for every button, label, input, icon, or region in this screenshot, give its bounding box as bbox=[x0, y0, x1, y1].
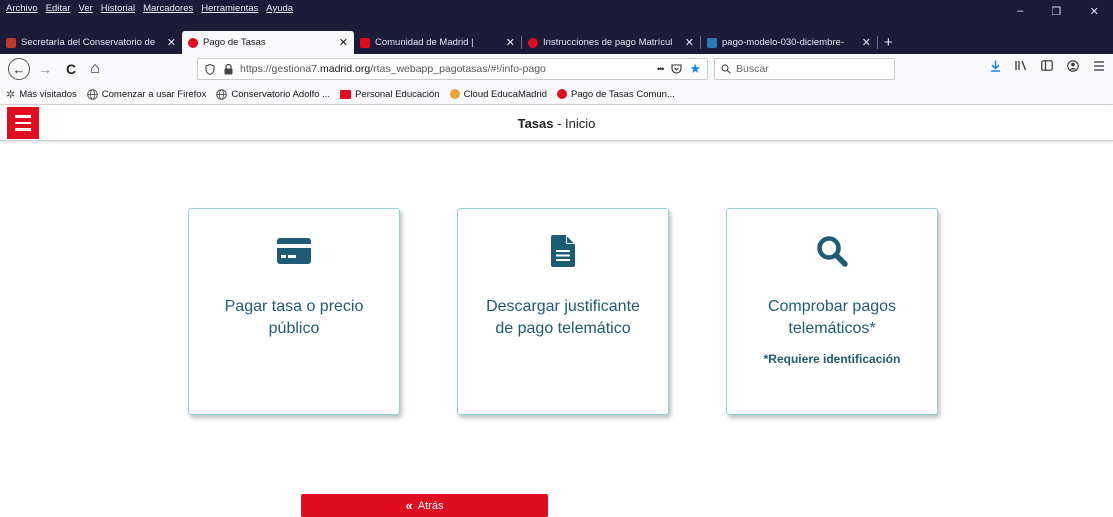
tasas-favicon-icon bbox=[557, 89, 568, 99]
search-placeholder: Buscar bbox=[736, 63, 769, 75]
bookmark-label: Pago de Tasas Comun... bbox=[571, 88, 675, 100]
card-pagar-tasa[interactable]: Pagar tasa o precio público bbox=[188, 208, 400, 415]
page-title-rest: - Inicio bbox=[553, 116, 596, 131]
search-icon bbox=[721, 64, 731, 74]
url-prefix: https://gestiona7. bbox=[240, 63, 320, 75]
window-controls: – ❐ ✕ bbox=[1003, 5, 1113, 18]
tracking-shield-icon[interactable] bbox=[204, 63, 216, 75]
menu-editar[interactable]: Editar bbox=[46, 3, 71, 17]
double-chevron-left-icon: « bbox=[405, 498, 413, 513]
bookmark-personal-educacion[interactable]: Personal Educación bbox=[340, 89, 440, 100]
back-button[interactable]: « Atrás bbox=[301, 494, 548, 517]
navigation-bar: ← → C ⌂ https://gestiona7.madrid.org/rta… bbox=[0, 54, 1113, 84]
minimize-icon[interactable]: – bbox=[1017, 5, 1023, 18]
forward-icon[interactable]: → bbox=[34, 58, 56, 80]
hamburger-menu-icon[interactable] bbox=[1093, 60, 1105, 75]
card-title: Descargar justificante de pago telemátic… bbox=[486, 298, 640, 337]
toolbar-icons bbox=[990, 60, 1105, 75]
tab-favicon-icon bbox=[6, 37, 16, 48]
tab-title: Secretaría del Conservatorio de bbox=[21, 37, 156, 48]
account-icon[interactable] bbox=[1067, 60, 1079, 75]
card-comprobar-pagos[interactable]: Comprobar pagos telemáticos* *Requiere i… bbox=[726, 208, 938, 415]
browser-titlebar: Archivo Editar Ver Historial Marcadores … bbox=[0, 0, 1113, 58]
tab-title: pago-modelo-030-diciembre- bbox=[722, 37, 844, 48]
bookmark-label: Cloud EducaMadrid bbox=[463, 88, 548, 100]
sidebar-icon[interactable] bbox=[1041, 60, 1053, 75]
menu-ver[interactable]: Ver bbox=[79, 3, 93, 17]
search-bar[interactable]: Buscar bbox=[714, 58, 895, 80]
bookmark-label: Más visitados bbox=[19, 88, 77, 100]
new-tab-button[interactable]: + bbox=[878, 31, 899, 54]
page-title: Tasas - Inicio bbox=[0, 116, 1113, 131]
menu-herramientas[interactable]: Herramientas bbox=[201, 3, 258, 17]
globe-icon bbox=[86, 88, 98, 100]
cloud-favicon-icon bbox=[449, 89, 460, 99]
bookmark-label: Comenzar a usar Firefox bbox=[101, 88, 207, 100]
card-title: Comprobar pagos telemáticos* bbox=[767, 298, 897, 337]
tab-close-icon[interactable]: ✕ bbox=[506, 36, 515, 49]
document-icon bbox=[458, 231, 668, 271]
tab-favicon-icon bbox=[707, 37, 717, 48]
madrid-favicon-icon bbox=[340, 89, 352, 99]
card-descargar-justificante[interactable]: Descargar justificante de pago telemátic… bbox=[457, 208, 669, 415]
credit-card-icon bbox=[189, 231, 399, 271]
bookmarks-toolbar: ✲ Más visitados Comenzar a usar Firefox … bbox=[0, 84, 1113, 105]
back-icon[interactable]: ← bbox=[8, 58, 30, 80]
download-icon[interactable] bbox=[990, 60, 1001, 75]
page-actions-icon[interactable]: ••• bbox=[657, 64, 665, 74]
tab-pago-modelo[interactable]: pago-modelo-030-diciembre- ✕ bbox=[701, 31, 877, 54]
bookmark-label: Personal Educación bbox=[355, 88, 440, 100]
tab-favicon-icon bbox=[528, 37, 538, 48]
tab-title: Instrucciones de pago Matrícul bbox=[543, 37, 673, 48]
tab-title: Comunidad de Madrid | bbox=[375, 37, 474, 48]
page-title-bold: Tasas bbox=[517, 116, 554, 131]
url-bar[interactable]: https://gestiona7.madrid.org/rtas_webapp… bbox=[197, 58, 708, 80]
home-icon[interactable]: ⌂ bbox=[84, 58, 106, 80]
tab-close-icon[interactable]: ✕ bbox=[167, 36, 176, 49]
tab-close-icon[interactable]: ✕ bbox=[685, 36, 694, 49]
menu-marcadores[interactable]: Marcadores bbox=[143, 3, 193, 17]
lock-icon bbox=[222, 63, 234, 75]
card-title: Pagar tasa o precio público bbox=[224, 298, 364, 337]
url-text[interactable]: https://gestiona7.madrid.org/rtas_webapp… bbox=[240, 63, 546, 75]
close-window-icon[interactable]: ✕ bbox=[1090, 5, 1099, 18]
pocket-icon[interactable] bbox=[671, 64, 682, 74]
menu-ayuda[interactable]: Ayuda bbox=[266, 3, 293, 17]
tab-favicon-icon bbox=[360, 37, 370, 48]
tab-title: Pago de Tasas bbox=[203, 37, 266, 48]
tab-secretaria[interactable]: Secretaría del Conservatorio de ✕ bbox=[0, 31, 182, 54]
tab-comunidad-madrid[interactable]: Comunidad de Madrid | ✕ bbox=[354, 31, 521, 54]
tab-close-icon[interactable]: ✕ bbox=[862, 36, 871, 49]
reload-icon[interactable]: C bbox=[60, 58, 82, 80]
restore-icon[interactable]: ❐ bbox=[1052, 5, 1062, 18]
globe-icon bbox=[216, 88, 228, 100]
back-button-label: Atrás bbox=[417, 499, 444, 512]
tab-favicon-icon bbox=[188, 37, 198, 48]
bookmark-pago-tasas[interactable]: Pago de Tasas Comun... bbox=[557, 89, 675, 100]
tab-close-icon[interactable]: ✕ bbox=[339, 36, 348, 49]
tab-instrucciones[interactable]: Instrucciones de pago Matrícul ✕ bbox=[522, 31, 700, 54]
bookmark-conservatorio[interactable]: Conservatorio Adolfo ... bbox=[216, 89, 330, 100]
bookmark-label: Conservatorio Adolfo ... bbox=[231, 88, 331, 100]
bookmark-cloud-educamadrid[interactable]: Cloud EducaMadrid bbox=[449, 88, 548, 100]
tab-pago-de-tasas[interactable]: Pago de Tasas ✕ bbox=[182, 31, 354, 54]
tab-strip: Secretaría del Conservatorio de ✕ Pago d… bbox=[0, 31, 899, 54]
library-icon[interactable] bbox=[1015, 60, 1027, 75]
card-note: *Requiere identificación bbox=[763, 352, 901, 366]
url-domain: madrid.org bbox=[319, 63, 371, 75]
menu-historial[interactable]: Historial bbox=[101, 3, 135, 17]
bookmark-mas-visitados[interactable]: ✲ Más visitados bbox=[6, 88, 77, 101]
menu-archivo[interactable]: Archivo bbox=[6, 3, 38, 17]
menu-bar: Archivo Editar Ver Historial Marcadores … bbox=[6, 3, 293, 17]
url-path: /rtas_webapp_pagotasas/#!/info-pago bbox=[370, 63, 546, 75]
gear-icon: ✲ bbox=[6, 88, 16, 101]
bookmark-star-icon[interactable]: ★ bbox=[689, 61, 701, 77]
app-header: Tasas - Inicio bbox=[0, 105, 1113, 141]
bookmark-comenzar-firefox[interactable]: Comenzar a usar Firefox bbox=[86, 88, 207, 100]
search-icon bbox=[727, 231, 937, 271]
